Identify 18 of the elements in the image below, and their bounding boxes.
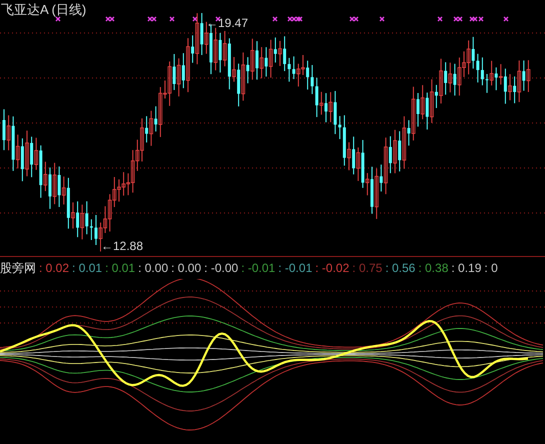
indicator-name: 股旁网 — [0, 260, 36, 276]
indicator-value: : 0.75 — [352, 261, 382, 275]
indicator-value: : 0.01 — [105, 261, 136, 275]
low-price-label: ←12.88 — [101, 239, 144, 253]
indicator-value: : -0.01 — [278, 261, 312, 275]
indicator-value: : 0 — [484, 261, 498, 275]
indicator-value: : -0.02 — [315, 261, 350, 275]
indicator-value: : 0.00 — [138, 261, 168, 275]
chart-title: 飞亚达A (日线) — [1, 1, 86, 19]
indicator-value: : -0.01 — [241, 261, 276, 275]
high-price-label: ←19.47 — [206, 16, 248, 30]
indicator-value: : 0.56 — [385, 261, 416, 275]
indicator-value: : 0.38 — [418, 261, 448, 275]
indicator-value: : 0.02 — [39, 261, 70, 275]
indicator-value: : 0.01 — [72, 261, 102, 275]
indicator-value: : -0.00 — [204, 261, 238, 275]
indicator-value: : 0.19 — [451, 261, 482, 275]
indicator-value: : 0.00 — [171, 261, 202, 275]
